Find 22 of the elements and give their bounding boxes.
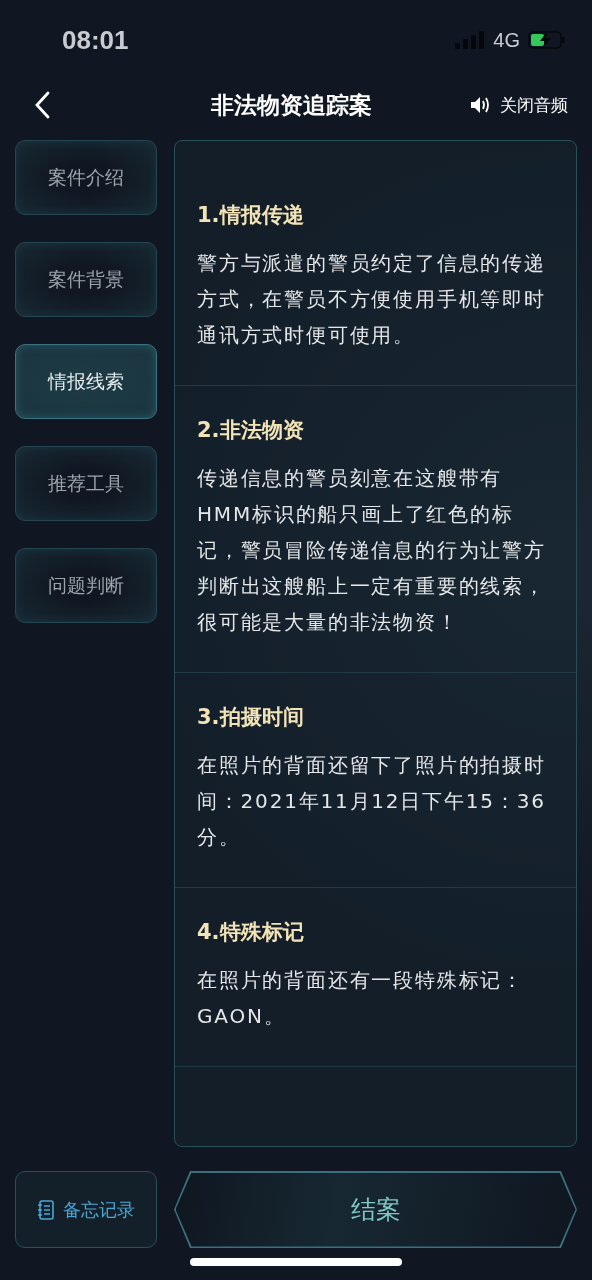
sidebar-tab[interactable]: 问题判断 xyxy=(15,548,157,623)
sidebar-tab[interactable]: 案件介绍 xyxy=(15,140,157,215)
close-case-button[interactable]: 结案 xyxy=(174,1171,577,1248)
notebook-icon xyxy=(37,1199,55,1220)
section-title: 1.情报传递 xyxy=(197,202,305,229)
sidebar-tab[interactable]: 情报线索 xyxy=(15,344,157,419)
section-text: 在照片的背面还留下了照片的拍摄时间：2021年11月12日下午15：36分。 xyxy=(197,752,547,851)
memo-button[interactable]: 备忘记录 xyxy=(15,1171,157,1248)
sidebar-tab[interactable]: 案件背景 xyxy=(15,242,157,317)
section-title: 3.拍摄时间 xyxy=(197,704,305,731)
page-title: 非法物资追踪案 xyxy=(210,90,372,120)
audio-toggle-button[interactable]: 关闭音频 xyxy=(470,93,568,117)
sidebar-tab[interactable]: 推荐工具 xyxy=(15,446,157,521)
signal-icon xyxy=(455,31,486,49)
status-time: 08:01 xyxy=(62,24,129,56)
network-label: 4G xyxy=(493,28,520,52)
section-text: 警方与派遣的警员约定了信息的传递方式，在警员不方便使用手机等即时通讯方式时便可使用。 xyxy=(197,250,547,349)
section-title: 2.非法物资 xyxy=(197,417,305,444)
speaker-icon xyxy=(470,96,490,114)
section-text: 在照片的背面还有一段特殊标记：GAON。 xyxy=(197,967,525,1030)
section-text: 传递信息的警员刻意在这艘带有HMM标识的船只画上了红色的标记，警员冒险传递信息的行为让警方判断出这艘船上一定有重要的线索，很可能是大量的非法物资！ xyxy=(197,465,547,636)
section-title: 4.特殊标记 xyxy=(197,919,305,946)
